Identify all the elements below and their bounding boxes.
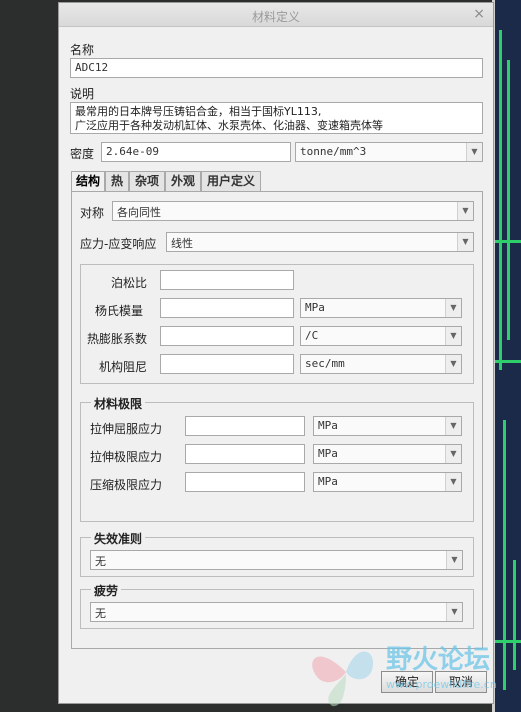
- tensile-ultimate-field[interactable]: [185, 444, 305, 464]
- tensile-yield-field[interactable]: [185, 416, 305, 436]
- stress-strain-select[interactable]: 线性 ▼: [166, 232, 474, 252]
- pcb-trace: [499, 30, 502, 370]
- youngs-unit-value: MPa: [305, 301, 325, 314]
- watermark-text: 野火论坛: [386, 645, 490, 675]
- chevron-down-icon: ▼: [446, 603, 462, 621]
- youngs-unit-select[interactable]: MPa ▼: [300, 298, 462, 318]
- thermal-unit-select[interactable]: /C ▼: [300, 326, 462, 346]
- chevron-down-icon: ▼: [445, 327, 461, 345]
- forum-watermark: 野火论坛 www.proewildfire.cn: [312, 645, 497, 707]
- material-definition-dialog: 材料定义 × 名称 ADC12 说明 最常用的日本牌号压铸铝合金，相当于国标YL…: [58, 2, 494, 704]
- name-field[interactable]: ADC12: [70, 58, 483, 78]
- tensile-yield-label: 拉伸屈服应力: [90, 422, 163, 436]
- dialog-titlebar[interactable]: 材料定义 ×: [59, 3, 493, 27]
- pcb-trace: [495, 360, 521, 363]
- structure-panel: 对称 各向同性 ▼ 应力-应变响应 线性 ▼ 泊松比 杨氏模量 MPa ▼ 热膨…: [71, 191, 483, 649]
- chevron-down-icon: ▼: [445, 417, 461, 435]
- fatigue-value: 无: [95, 607, 106, 620]
- pcb-trace: [495, 240, 521, 243]
- stress-strain-label: 应力-应变响应: [80, 237, 157, 251]
- symmetry-label: 对称: [80, 206, 105, 220]
- poisson-field[interactable]: [160, 270, 294, 290]
- chevron-down-icon: ▼: [445, 299, 461, 317]
- description-field[interactable]: 最常用的日本牌号压铸铝合金，相当于国标YL113, 广泛应用于各种发动机缸体、水…: [70, 102, 483, 134]
- failure-criterion-title: 失效准则: [91, 530, 146, 547]
- material-limits-title: 材料极限: [91, 395, 146, 412]
- compressive-ultimate-label: 压缩极限应力: [90, 478, 163, 492]
- tab-user-defined[interactable]: 用户定义: [201, 171, 261, 191]
- tensile-ultimate-unit-select[interactable]: MPa ▼: [313, 444, 462, 464]
- damping-field[interactable]: [160, 354, 294, 374]
- tensile-ultimate-label: 拉伸极限应力: [90, 450, 163, 464]
- symmetry-select[interactable]: 各向同性 ▼: [112, 201, 474, 221]
- tab-thermal[interactable]: 热: [105, 171, 129, 191]
- chevron-down-icon: ▼: [445, 473, 461, 491]
- tab-misc[interactable]: 杂项: [129, 171, 165, 191]
- density-unit-select[interactable]: tonne/mm^3 ▼: [295, 142, 483, 162]
- chevron-down-icon: ▼: [445, 355, 461, 373]
- description-line: 广泛应用于各种发动机缸体、水泵壳体、化油器、变速箱壳体等: [75, 119, 383, 132]
- fatigue-select[interactable]: 无 ▼: [90, 602, 463, 622]
- pcb-trace: [507, 60, 510, 340]
- damping-unit-value: sec/mm: [305, 357, 345, 370]
- dialog-title: 材料定义: [251, 10, 300, 24]
- background-pcb-view: [495, 0, 521, 712]
- tensile-yield-unit-value: MPa: [318, 419, 338, 432]
- name-label: 名称: [70, 43, 95, 57]
- damping-unit-select[interactable]: sec/mm ▼: [300, 354, 462, 374]
- description-label: 说明: [70, 87, 95, 101]
- tab-appearance[interactable]: 外观: [165, 171, 201, 191]
- symmetry-value: 各向同性: [117, 206, 161, 219]
- material-limits-group: 材料极限 拉伸屈服应力 MPa ▼ 拉伸极限应力 MPa ▼ 压缩极限应力 MP…: [80, 395, 474, 522]
- thermal-expansion-label: 热膨胀系数: [87, 332, 148, 346]
- fatigue-title: 疲劳: [91, 582, 122, 599]
- tab-structure[interactable]: 结构: [71, 171, 105, 192]
- density-field[interactable]: 2.64e-09: [101, 142, 291, 162]
- thermal-unit-value: /C: [305, 329, 319, 342]
- compressive-ultimate-field[interactable]: [185, 472, 305, 492]
- youngs-modulus-field[interactable]: [160, 298, 294, 318]
- youngs-modulus-label: 杨氏模量: [95, 304, 144, 318]
- chevron-down-icon: ▼: [457, 233, 473, 251]
- stress-strain-value: 线性: [171, 237, 193, 250]
- butterfly-logo-icon: [312, 651, 374, 707]
- thermal-expansion-field[interactable]: [160, 326, 294, 346]
- compressive-unit-select[interactable]: MPa ▼: [313, 472, 462, 492]
- compressive-unit-value: MPa: [318, 475, 338, 488]
- failure-criterion-group: 失效准则 无 ▼: [80, 530, 474, 577]
- density-unit-value: tonne/mm^3: [300, 145, 367, 158]
- tensile-ultimate-unit-value: MPa: [318, 447, 338, 460]
- watermark-url: www.proewildfire.cn: [386, 678, 497, 691]
- poisson-label: 泊松比: [111, 276, 148, 290]
- density-label: 密度: [70, 147, 95, 161]
- properties-group: 泊松比 杨氏模量 MPa ▼ 热膨胀系数 /C ▼ 机构阻尼 sec/mm ▼: [80, 264, 474, 384]
- chevron-down-icon: ▼: [445, 445, 461, 463]
- damping-label: 机构阻尼: [99, 360, 148, 374]
- close-icon[interactable]: ×: [473, 6, 485, 22]
- failure-criterion-select[interactable]: 无 ▼: [90, 550, 463, 570]
- chevron-down-icon: ▼: [457, 202, 473, 220]
- failure-criterion-value: 无: [95, 555, 106, 568]
- description-line: 最常用的日本牌号压铸铝合金，相当于国标YL113,: [75, 105, 322, 118]
- tensile-yield-unit-select[interactable]: MPa ▼: [313, 416, 462, 436]
- chevron-down-icon: ▼: [446, 551, 462, 569]
- chevron-down-icon: ▼: [466, 143, 482, 161]
